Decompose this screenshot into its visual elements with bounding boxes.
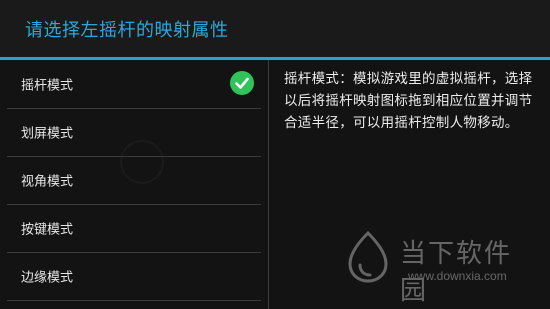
watermark: 当下软件园 www.downxia.com — [346, 225, 536, 306]
mode-item-key[interactable]: 按键模式 — [7, 204, 261, 253]
panel-divider — [268, 60, 269, 309]
mode-item-label: 划屏模式 — [21, 126, 74, 142]
mode-item-label: 按键模式 — [21, 222, 74, 238]
mode-item-view[interactable]: 视角模式 — [7, 156, 261, 205]
downxia-logo-icon — [348, 231, 388, 283]
check-circle-icon — [230, 71, 254, 95]
mode-description: 摇杆模式：模拟游戏里的虚拟摇杆，选择以后将摇杆映射图标拖到相应位置并调节合适半径… — [284, 71, 533, 131]
mode-item-joystick[interactable]: 摇杆模式 — [7, 60, 261, 109]
mode-item-label: 视角模式 — [21, 174, 74, 190]
mode-item-label: 摇杆模式 — [21, 78, 74, 94]
mode-item-swipe[interactable]: 划屏模式 — [7, 108, 261, 157]
dialog-title: 请选择左摇杆的映射属性 — [25, 20, 229, 41]
mode-list: 摇杆模式 划屏模式 视角模式 按键模式 边缘模式 — [0, 60, 268, 309]
mapping-dialog: 请选择左摇杆的映射属性 摇杆模式 划屏模式 视角模式 按键模式 边缘模式 摇杆模… — [0, 0, 550, 309]
dialog-header: 请选择左摇杆的映射属性 — [0, 0, 550, 57]
mode-item-edge[interactable]: 边缘模式 — [7, 252, 261, 301]
watermark-url: www.downxia.com — [408, 269, 507, 283]
mode-item-label: 边缘模式 — [21, 270, 74, 286]
